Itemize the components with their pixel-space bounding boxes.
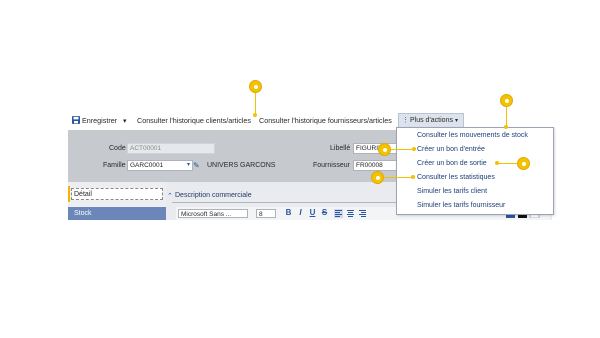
chevron-down-icon: ▾ bbox=[455, 118, 459, 124]
code-label: Code bbox=[109, 145, 126, 152]
more-actions-button[interactable]: ⋮ Plus d'actions ▾ bbox=[398, 113, 464, 128]
italic-button[interactable]: I bbox=[296, 208, 305, 218]
tab-stock[interactable]: Stock bbox=[68, 207, 166, 220]
section-title: Description commerciale bbox=[175, 192, 252, 199]
menu-item-create-entry[interactable]: Créer un bon d'entrée bbox=[417, 146, 485, 153]
history-clients-button[interactable]: Consulter l'historique clients/articles bbox=[137, 116, 251, 125]
save-button[interactable]: Enregistrer bbox=[82, 116, 117, 125]
strikethrough-button[interactable]: S bbox=[320, 208, 329, 218]
callout-line bbox=[255, 93, 256, 115]
menu-item-client-prices[interactable]: Simuler les tarifs client bbox=[417, 188, 487, 195]
libelle-label: Libellé bbox=[330, 145, 351, 152]
callout-line bbox=[506, 107, 507, 127]
callout-dot bbox=[504, 125, 508, 129]
fournisseur-field[interactable]: FR00008 bbox=[353, 160, 399, 171]
callout-marker bbox=[500, 94, 513, 107]
menu-item-supplier-prices[interactable]: Simuler les tarifs fournisseur bbox=[417, 202, 505, 209]
callout-dot bbox=[411, 175, 415, 179]
callout-marker bbox=[378, 143, 391, 156]
edit-pencil-icon[interactable]: ✎ bbox=[193, 161, 200, 170]
callout-marker bbox=[371, 171, 384, 184]
callout-dot bbox=[253, 113, 257, 117]
code-field[interactable]: ACT00001 bbox=[127, 143, 215, 154]
callout-dot bbox=[412, 147, 416, 151]
history-suppliers-button[interactable]: Consulter l'historique fournisseurs/arti… bbox=[259, 116, 392, 125]
font-select[interactable]: Microsoft Sans ... bbox=[178, 209, 248, 218]
callout-line bbox=[391, 149, 413, 150]
menu-item-statistics[interactable]: Consulter les statistiques bbox=[417, 174, 495, 181]
famille-description: UNIVERS GARCONS bbox=[207, 162, 276, 169]
menu-item-stock-movements[interactable]: Consulter les mouvements de stock bbox=[417, 132, 528, 139]
more-actions-menu: Consulter les mouvements de stock Créer … bbox=[396, 127, 554, 215]
callout-marker bbox=[517, 157, 530, 170]
underline-button[interactable]: U bbox=[308, 208, 317, 218]
collapse-icon[interactable]: ⌃ bbox=[167, 192, 173, 200]
callout-line bbox=[384, 177, 412, 178]
famille-label: Famille bbox=[103, 162, 126, 169]
font-size-select[interactable]: 8 bbox=[256, 209, 276, 218]
more-actions-label: Plus d'actions bbox=[410, 117, 453, 124]
callout-marker bbox=[249, 80, 262, 93]
save-dropdown-caret[interactable]: ▾ bbox=[123, 116, 127, 125]
menu-item-create-exit[interactable]: Créer un bon de sortie bbox=[417, 160, 487, 167]
save-icon[interactable] bbox=[72, 116, 80, 124]
kebab-icon: ⋮ bbox=[402, 117, 409, 124]
align-icons[interactable] bbox=[334, 209, 394, 218]
tab-detail[interactable]: Détail bbox=[71, 188, 163, 200]
famille-select[interactable]: GARC0001 ▾ bbox=[127, 160, 193, 171]
bold-button[interactable]: B bbox=[284, 208, 293, 218]
active-tab-marker bbox=[68, 186, 70, 202]
fournisseur-label: Fournisseur bbox=[313, 162, 350, 169]
side-tabs: Détail Stock bbox=[68, 182, 166, 220]
chevron-down-icon: ▾ bbox=[186, 162, 190, 168]
callout-line bbox=[498, 163, 517, 164]
callout-dot bbox=[495, 161, 499, 165]
famille-value: GARC0001 bbox=[130, 162, 164, 169]
